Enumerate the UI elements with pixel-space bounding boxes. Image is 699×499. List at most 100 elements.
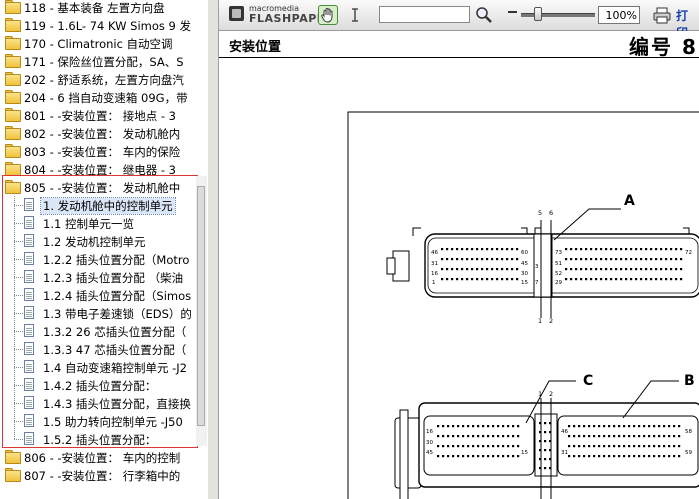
connector-pin: [628, 455, 631, 458]
document-icon: [24, 378, 34, 391]
connector-pin: [608, 445, 611, 448]
folder-icon: [5, 72, 21, 86]
tree-folder[interactable]: 802 - -安装位置： 发动机舱内: [0, 124, 207, 142]
page-title: 安装位置: [229, 40, 282, 55]
connector-pin: [623, 445, 626, 448]
connector-pin: [665, 248, 668, 251]
pin-label: 7: [535, 280, 539, 286]
connector-pin: [600, 248, 603, 251]
zoom-out-icon[interactable]: [508, 11, 517, 13]
folder-icon: [5, 126, 21, 140]
connector-pin: [446, 278, 449, 281]
zoom-slider-thumb[interactable]: [534, 7, 542, 21]
connector-pin: [673, 455, 676, 458]
connector-pin: [623, 455, 626, 458]
connector-pin: [446, 268, 449, 271]
tree-folder[interactable]: 807 - -安装位置： 行李箱中的: [0, 466, 207, 484]
connector-pin: [610, 278, 613, 281]
tree-folder[interactable]: 118 - 基本装备 左置方向盘: [0, 0, 207, 16]
connector-pin: [598, 445, 601, 448]
folder-icon: [5, 468, 21, 482]
callout-a: A: [624, 193, 635, 209]
tree-item[interactable]: 1.2.3 插头位置分配 （柴油: [0, 268, 207, 286]
tree-branch: [14, 349, 23, 350]
tree-item[interactable]: 1.2.2 插头位置分配（Motro: [0, 250, 207, 268]
text-select-tool-button[interactable]: [345, 5, 365, 25]
connector-pin: [625, 278, 628, 281]
tree-folder[interactable]: 170 - Climatronic 自动空调: [0, 34, 207, 52]
connector-pin: [466, 258, 469, 261]
connector-pin: [643, 445, 646, 448]
tree-item-label: 1.4.2 插头位置分配：: [43, 379, 157, 393]
document-icon: [24, 414, 34, 427]
tree-folder[interactable]: 805 - -安装位置： 发动机舱中: [0, 178, 207, 196]
connector-pin: [486, 248, 489, 251]
connector-pin: [497, 455, 500, 458]
tree-folder[interactable]: 801 - -安装位置： 接地点 - 3: [0, 106, 207, 124]
tree-item[interactable]: 1.2 发动机控制单元: [0, 232, 207, 250]
hand-tool-button[interactable]: [318, 5, 338, 25]
tree-item[interactable]: 1.3.2 26 芯插头位置分配（: [0, 322, 207, 340]
connector-pin: [487, 455, 490, 458]
tree-item[interactable]: 1.3.3 47 芯插头位置分配（: [0, 340, 207, 358]
tree-folder[interactable]: 204 - 6 挡自动变速箱 09G，带: [0, 88, 207, 106]
pane-splitter[interactable]: [207, 0, 219, 499]
tree-folder[interactable]: 202 - 舒适系统，左置方向盘汽: [0, 70, 207, 88]
connector-pin: [487, 425, 490, 428]
tree-folder[interactable]: 119 - 1.6L- 74 KW Simos 9 发: [0, 16, 207, 34]
tree-item[interactable]: 1.3 带电子差速锁（EDS）的: [0, 304, 207, 322]
connector-pin: [625, 248, 628, 251]
connector-pin: [583, 435, 586, 438]
tree-item[interactable]: 1.4.3 插头位置分配，直接换: [0, 394, 207, 412]
connector-pin: [471, 268, 474, 271]
tree-branch: [14, 313, 23, 314]
connector-pin: [575, 268, 578, 271]
search-input[interactable]: [379, 6, 470, 23]
tree-item[interactable]: 1. 发动机舱中的控制单元: [0, 196, 207, 215]
connector-pin: [645, 278, 648, 281]
tree-item[interactable]: 1.4 自动变速箱控制单元 -J2: [0, 358, 207, 376]
tree-scrollbar-thumb[interactable]: [197, 186, 205, 426]
connector-pin: [633, 445, 636, 448]
pin-label: 72: [685, 250, 692, 256]
connector-pin: [623, 425, 626, 428]
pin-label: 15: [521, 450, 528, 456]
print-button[interactable]: [652, 5, 672, 25]
connector-pin: [466, 278, 469, 281]
pin-label: 6: [549, 209, 553, 217]
tree-folder[interactable]: 804 - -安装位置： 继电器 - 3: [0, 160, 207, 178]
tree-folder[interactable]: 803 - -安装位置： 车内的保险: [0, 142, 207, 160]
tree-item[interactable]: 1.5.2 插头位置分配：: [0, 430, 207, 448]
tree-item-label: 1.4.3 插头位置分配，直接换: [43, 397, 191, 411]
tree-branch: [14, 331, 23, 332]
tree-item-label: 118 - 基本装备 左置方向盘: [24, 1, 165, 15]
zoom-slider-track[interactable]: [521, 13, 595, 17]
document-tree[interactable]: 118 - 基本装备 左置方向盘 119 - 1.6L- 74 KW Simos …: [0, 0, 207, 499]
connector-pin: [506, 268, 509, 271]
connector-pin: [441, 278, 444, 281]
connector-pin: [608, 455, 611, 458]
connector-pin: [663, 445, 666, 448]
connector-pin: [578, 435, 581, 438]
tree-item[interactable]: 1.5 助力转向控制单元 -J50: [0, 412, 207, 430]
connector-pin: [578, 455, 581, 458]
connector-pin: [481, 278, 484, 281]
tree-scrollbar[interactable]: [196, 176, 207, 446]
tree-item[interactable]: 1.1 控制单元一览: [0, 214, 207, 232]
connector-pin: [620, 268, 623, 271]
connector-pin: [665, 258, 668, 261]
tree-item[interactable]: 1.4.2 插头位置分配：: [0, 376, 207, 394]
tree-folder[interactable]: 171 - 保险丝位置分配，SA、S: [0, 52, 207, 70]
zoom-level-field[interactable]: 100%: [598, 6, 640, 24]
document-page[interactable]: A 5 6 1 2 46 60 31 16 1 15 45 30 73 51 5…: [219, 58, 699, 499]
connector-pin: [665, 278, 668, 281]
connector-pin: [630, 268, 633, 271]
document-icon: [24, 198, 34, 211]
connector-pin: [615, 258, 618, 261]
connector-pin: [462, 445, 465, 448]
tree-folder[interactable]: 806 - -安装位置： 车内的控制: [0, 448, 207, 466]
connector-pin: [466, 248, 469, 251]
search-button[interactable]: [474, 5, 494, 25]
pin-label: 2: [549, 390, 553, 398]
tree-item[interactable]: 1.2.4 插头位置分配（Simos: [0, 286, 207, 304]
